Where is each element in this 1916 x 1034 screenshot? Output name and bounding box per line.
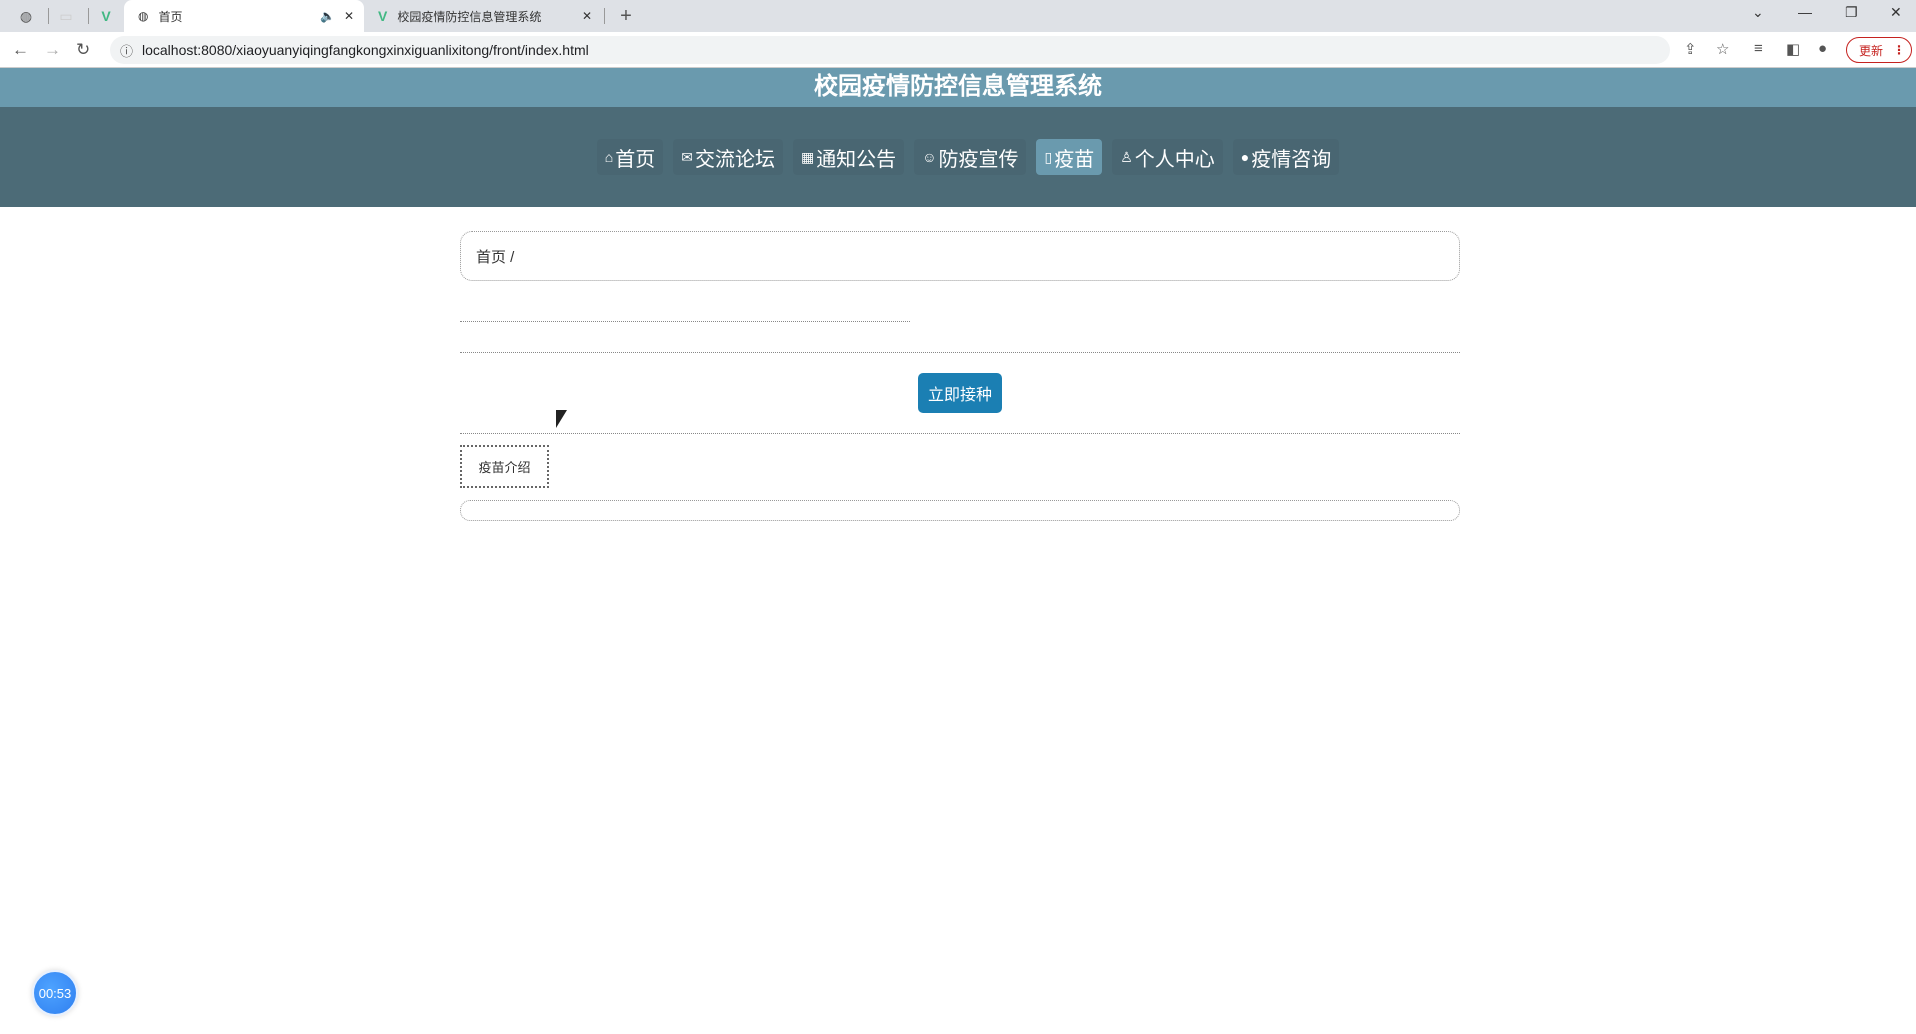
chat-icon: ● xyxy=(1240,149,1250,165)
nav-label: 首页 xyxy=(615,148,656,171)
divider xyxy=(460,352,1460,353)
restore-icon[interactable]: ❐ xyxy=(1845,4,1858,21)
bookmark-star-icon[interactable]: ☆ xyxy=(1716,40,1729,58)
close-tab-icon[interactable]: ✕ xyxy=(344,9,354,23)
tab-search-icon[interactable]: ⌄ xyxy=(1752,4,1764,21)
user-icon: ♙ xyxy=(1120,148,1133,165)
tab-title: 校园疫情防控信息管理系统 xyxy=(397,9,542,24)
nav-label: 疫情咨询 xyxy=(1251,148,1332,171)
divider xyxy=(604,8,605,24)
vue-icon: V xyxy=(378,8,388,24)
reload-icon[interactable]: ↻ xyxy=(76,40,90,60)
menu-dots-icon[interactable]: ⋮ xyxy=(1893,43,1905,57)
nav-item-consult[interactable]: ● 疫情咨询 xyxy=(1232,139,1340,175)
speaker-icon[interactable]: 🔈 xyxy=(320,9,335,23)
grid-icon: ▦ xyxy=(800,148,815,165)
url-text: localhost:8080/xiaoyuanyiqingfangkongxin… xyxy=(142,42,589,58)
address-bar: ← → ↻ ⓘ localhost:8080/xiaoyuanyiqingfan… xyxy=(0,32,1916,68)
update-button[interactable]: 更新 ⋮ xyxy=(1846,37,1912,63)
globe-icon[interactable]: ◍ xyxy=(16,6,36,26)
share-icon[interactable]: ⇪ xyxy=(1684,40,1697,58)
nav-label: 防疫宣传 xyxy=(938,148,1019,171)
nav-label: 通知公告 xyxy=(816,148,897,171)
tab-vaccine-intro[interactable]: 疫苗介绍 xyxy=(460,445,549,488)
nav-item-notice[interactable]: ▦ 通知公告 xyxy=(792,139,905,175)
mail-icon: ✉ xyxy=(681,148,693,165)
side-panel-icon[interactable]: ◧ xyxy=(1786,40,1800,58)
divider xyxy=(88,8,89,24)
breadcrumb: 首页 / xyxy=(460,231,1460,281)
profile-icon[interactable]: ● xyxy=(1818,40,1827,57)
mouse-cursor-icon xyxy=(556,410,567,428)
info-icon[interactable]: ⓘ xyxy=(120,41,133,60)
vaccinate-now-button[interactable]: 立即接种 xyxy=(918,373,1002,413)
nav-item-publicity[interactable]: ☺ 防疫宣传 xyxy=(914,139,1027,175)
divider xyxy=(460,433,1460,434)
home-icon: ⌂ xyxy=(604,149,614,165)
globe-icon: ◍ xyxy=(138,9,149,23)
nav-item-profile[interactable]: ♙ 个人中心 xyxy=(1112,139,1223,175)
recording-timer[interactable]: 00:53 xyxy=(32,970,78,1016)
nav-label: 交流论坛 xyxy=(694,148,775,171)
vue-tab-icon[interactable]: V xyxy=(96,6,116,26)
new-tab-icon[interactable]: + xyxy=(616,5,636,27)
browser-tab-bar: ◍ ▭ V ◍ 首页 🔈 ✕ V 校园疫情防控信息管理系统 ✕ + ⌄ — ❐ … xyxy=(0,0,1916,32)
vaccine-detail-content xyxy=(460,500,1460,521)
smile-icon: ☺ xyxy=(922,149,937,165)
close-window-icon[interactable]: ✕ xyxy=(1890,4,1902,21)
minimize-icon[interactable]: — xyxy=(1798,4,1812,20)
tab-home[interactable]: ◍ 首页 🔈 ✕ xyxy=(124,0,364,32)
nav-label: 个人中心 xyxy=(1134,148,1215,171)
tablet-icon: ▯ xyxy=(1044,148,1053,165)
nav-item-vaccine[interactable]: ▯ 疫苗 xyxy=(1036,139,1103,175)
close-tab-icon[interactable]: ✕ xyxy=(582,9,592,23)
divider xyxy=(48,8,49,24)
forward-icon[interactable]: → xyxy=(44,40,61,60)
nav-label: 疫苗 xyxy=(1054,148,1095,171)
tab-title: 首页 xyxy=(158,9,183,24)
nav-item-forum[interactable]: ✉ 交流论坛 xyxy=(673,139,783,175)
site-title: 校园疫情防控信息管理系统 xyxy=(0,68,1916,107)
blank-tab-icon[interactable]: ▭ xyxy=(56,6,76,26)
title-divider xyxy=(460,321,910,322)
breadcrumb-text[interactable]: 首页 / xyxy=(476,246,514,267)
url-input[interactable]: ⓘ localhost:8080/xiaoyuanyiqingfangkongx… xyxy=(110,36,1670,64)
back-icon[interactable]: ← xyxy=(12,40,29,60)
update-label: 更新 xyxy=(1859,43,1884,58)
nav-item-home[interactable]: ⌂ 首页 xyxy=(596,139,664,175)
media-icon[interactable]: ≡ xyxy=(1754,40,1763,57)
main-nav: ⌂ 首页 ✉ 交流论坛 ▦ 通知公告 ☺ 防疫宣传 ▯ 疫苗 ♙ 个人中心 ● 疫情咨询 xyxy=(0,107,1916,207)
tab-system[interactable]: V 校园疫情防控信息管理系统 ✕ xyxy=(368,0,604,32)
